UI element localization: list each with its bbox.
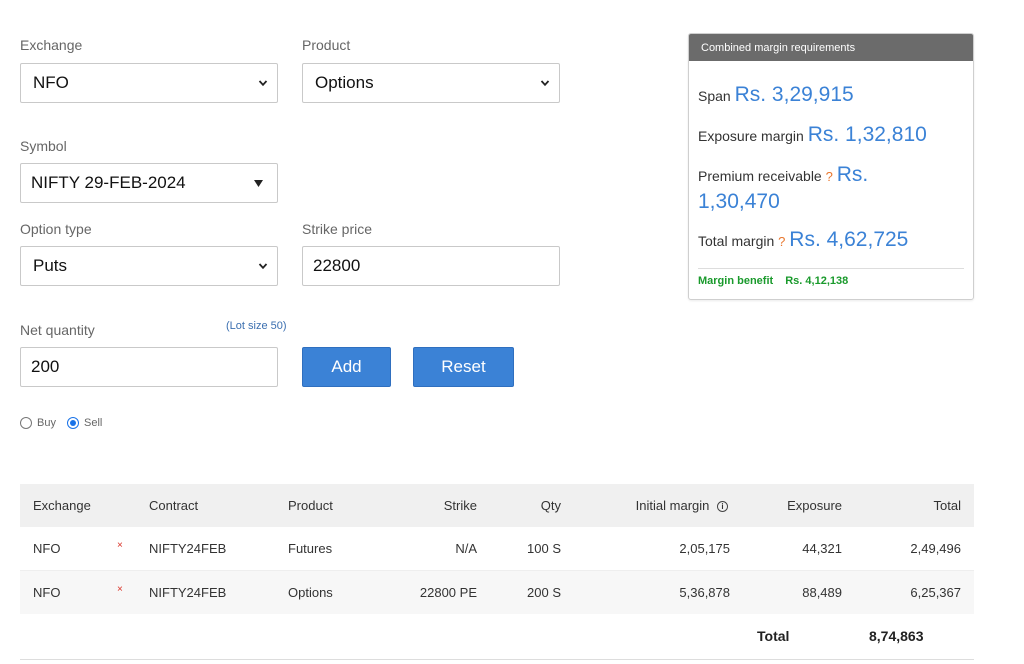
margin-benefit-value: Rs. 4,12,138	[785, 275, 849, 287]
buy-radio-circle[interactable]	[20, 417, 32, 429]
exchange-label: Exchange	[20, 37, 83, 53]
chevron-down-icon	[258, 263, 268, 270]
row-product: Futures	[288, 541, 333, 556]
col-strike: Strike	[443, 498, 477, 513]
help-icon[interactable]: ?	[778, 234, 785, 249]
row-exchange: NFO	[33, 541, 61, 556]
reset-button[interactable]: Reset	[413, 347, 514, 387]
strike-price-label: Strike price	[302, 221, 373, 237]
symbol-select[interactable]: NIFTY 29-FEB-2024	[20, 163, 278, 203]
product-select-value: Options	[315, 73, 374, 92]
row-total: 2,49,496	[910, 541, 961, 556]
margin-benefit-label: Margin benefit	[698, 275, 774, 287]
chevron-down-icon	[258, 80, 268, 87]
help-icon[interactable]: ?	[826, 169, 833, 184]
total-margin-label: Total margin	[698, 233, 775, 249]
margin-card-title: Combined margin requirements	[689, 34, 973, 61]
footer-total-label: Total	[757, 628, 790, 644]
col-total: Total	[933, 498, 961, 513]
row-qty: 100 S	[527, 541, 561, 556]
col-qty: Qty	[540, 498, 561, 513]
row-exchange: NFO	[33, 585, 61, 600]
symbol-select-value: NIFTY 29-FEB-2024	[31, 173, 186, 192]
option-type-select[interactable]: Puts	[20, 246, 278, 286]
buy-radio[interactable]: Buy	[20, 417, 56, 429]
total-margin-value: Rs. 4,62,725	[789, 228, 909, 251]
row-initial-margin: 2,05,175	[679, 541, 730, 556]
span-value: Rs. 3,29,915	[734, 83, 854, 106]
sell-radio[interactable]: Sell	[67, 417, 102, 429]
col-initial-margin-label: Initial margin	[635, 498, 710, 513]
net-quantity-input[interactable]: 200	[20, 347, 278, 387]
premium-receivable-label: Premium receivable	[698, 168, 822, 184]
sell-radio-label: Sell	[84, 417, 103, 429]
row-product: Options	[288, 585, 333, 600]
col-exchange: Exchange	[33, 498, 91, 513]
premium-receivable-row: Premium receivable ? Rs. 1,30,470	[698, 162, 868, 214]
span-row: Span Rs. 3,29,915	[698, 82, 854, 109]
exchange-select[interactable]: NFO	[20, 63, 278, 103]
row-strike: N/A	[455, 541, 477, 556]
row-total: 6,25,367	[910, 585, 961, 600]
strike-price-value: 22800	[313, 256, 361, 275]
premium-receivable-value: 1,30,470	[698, 190, 780, 213]
footer-total-value: 8,74,863	[869, 628, 924, 644]
option-type-label: Option type	[20, 221, 92, 237]
exposure-margin-label: Exposure margin	[698, 128, 804, 144]
info-icon[interactable]: i	[717, 501, 728, 513]
net-quantity-label: Net quantity	[20, 322, 95, 338]
symbol-label: Symbol	[20, 138, 67, 154]
row-contract: NIFTY24FEB	[149, 585, 227, 600]
col-exposure: Exposure	[787, 498, 842, 513]
margin-summary-card: Combined margin requirements Span Rs. 3,…	[688, 33, 974, 300]
add-button[interactable]: Add	[302, 347, 391, 387]
premium-receivable-currency: Rs.	[836, 163, 869, 186]
remove-row-icon[interactable]: ×	[117, 540, 123, 551]
net-quantity-value: 200	[31, 357, 60, 376]
caret-down-icon	[254, 179, 263, 187]
card-divider	[698, 268, 964, 269]
exposure-margin-value: Rs. 1,32,810	[807, 123, 927, 146]
row-strike: 22800 PE	[419, 585, 477, 600]
buy-radio-label: Buy	[37, 417, 56, 429]
span-label: Span	[698, 88, 731, 104]
strike-price-input[interactable]: 22800	[302, 246, 560, 286]
option-type-select-value: Puts	[33, 256, 68, 275]
table-bottom-border	[20, 659, 974, 660]
col-contract: Contract	[149, 498, 199, 513]
product-select[interactable]: Options	[302, 63, 560, 103]
col-product: Product	[288, 498, 333, 513]
col-initial-margin: Initial margin i	[580, 498, 728, 513]
row-contract: NIFTY24FEB	[149, 541, 227, 556]
exposure-margin-row: Exposure margin Rs. 1,32,810	[698, 122, 927, 149]
exchange-select-value: NFO	[33, 73, 69, 92]
margin-benefit: Margin benefit Rs. 4,12,138	[698, 275, 848, 287]
chevron-down-icon	[540, 80, 550, 87]
lot-size-hint: (Lot size 50)	[226, 320, 287, 332]
row-exposure: 44,321	[802, 541, 842, 556]
row-qty: 200 S	[527, 585, 561, 600]
row-exposure: 88,489	[802, 585, 842, 600]
row-initial-margin: 5,36,878	[679, 585, 730, 600]
total-margin-row: Total margin ? Rs. 4,62,725	[698, 227, 908, 254]
sell-radio-circle[interactable]	[67, 417, 79, 429]
remove-row-icon[interactable]: ×	[117, 584, 123, 595]
product-label: Product	[302, 37, 351, 53]
